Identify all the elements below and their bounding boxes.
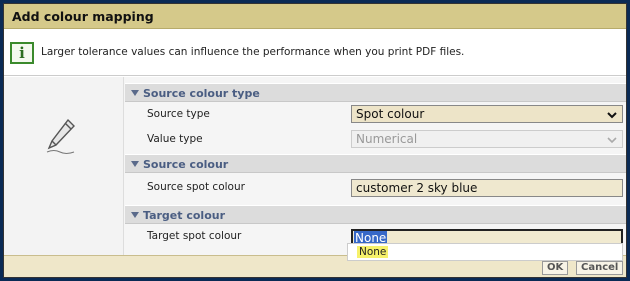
left-icon-pane bbox=[4, 77, 124, 255]
source-spot-colour-label: Source spot colour bbox=[147, 181, 245, 193]
pencil-icon bbox=[46, 118, 75, 154]
autocomplete-dropdown[interactable]: None bbox=[347, 243, 623, 261]
value-type-label: Value type bbox=[147, 133, 203, 145]
mapping-form: Source colour type Source type Spot colo… bbox=[125, 77, 626, 255]
source-type-select[interactable]: Spot colour bbox=[351, 105, 623, 123]
cancel-button[interactable]: Cancel bbox=[576, 261, 624, 275]
collapse-triangle-icon[interactable] bbox=[131, 161, 139, 167]
add-colour-mapping-dialog: Add colour mapping i Larger tolerance va… bbox=[3, 3, 627, 278]
dropdown-option-none[interactable]: None bbox=[357, 246, 389, 258]
section-target-colour[interactable]: Target colour bbox=[125, 205, 626, 224]
section-title: Source colour type bbox=[143, 87, 260, 100]
ok-button[interactable]: OK bbox=[542, 261, 569, 275]
value-type-value: Numerical bbox=[356, 132, 418, 146]
source-type-value: Spot colour bbox=[356, 107, 425, 121]
source-spot-colour-input[interactable]: customer 2 sky blue bbox=[351, 179, 623, 197]
dialog-titlebar[interactable]: Add colour mapping bbox=[4, 4, 626, 29]
section-source-colour-type[interactable]: Source colour type bbox=[125, 83, 626, 102]
source-type-label: Source type bbox=[147, 108, 210, 120]
info-text: Larger tolerance values can influence th… bbox=[41, 46, 465, 58]
chevron-down-icon bbox=[607, 137, 617, 144]
collapse-triangle-icon[interactable] bbox=[131, 212, 139, 218]
section-title: Source colour bbox=[143, 158, 229, 171]
collapse-triangle-icon[interactable] bbox=[131, 90, 139, 96]
value-type-select: Numerical bbox=[351, 130, 623, 148]
info-icon: i bbox=[10, 42, 34, 64]
dialog-body: Source colour type Source type Spot colo… bbox=[4, 77, 626, 255]
source-spot-colour-value: customer 2 sky blue bbox=[356, 181, 478, 195]
target-spot-colour-label: Target spot colour bbox=[147, 230, 242, 242]
section-title: Target colour bbox=[143, 209, 226, 222]
section-source-colour[interactable]: Source colour bbox=[125, 154, 626, 173]
chevron-down-icon bbox=[607, 112, 617, 119]
dialog-title: Add colour mapping bbox=[12, 9, 154, 24]
info-banner: i Larger tolerance values can influence … bbox=[4, 30, 626, 76]
